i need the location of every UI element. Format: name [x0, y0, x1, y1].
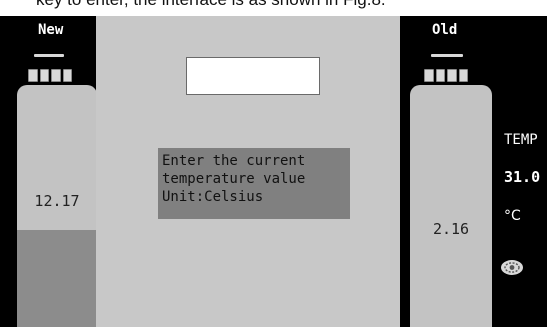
old-value: 2.16	[432, 220, 470, 238]
caption-text: key to enter, the interface is as shown …	[36, 0, 386, 10]
center-panel: Enter the current temperature value Unit…	[96, 16, 400, 327]
old-panel: Old 2.16 TEMP 31.0 °C	[400, 16, 547, 327]
new-tube-cap	[28, 69, 72, 82]
new-level-tube: 12.17	[17, 85, 97, 327]
old-tube-cap	[424, 69, 468, 82]
prompt-line-3: Unit:Celsius	[162, 189, 264, 205]
new-value: 12.17	[34, 192, 80, 210]
old-title: Old	[432, 22, 458, 38]
device-screen: New 12.17 Enter the current temperature …	[0, 16, 547, 327]
temperature-input[interactable]	[186, 57, 320, 95]
old-marker	[431, 54, 463, 57]
prompt-line-2: temperature value	[162, 171, 306, 187]
new-panel: New 12.17	[0, 16, 97, 327]
gear-icon[interactable]	[500, 259, 524, 276]
new-title: New	[38, 22, 64, 38]
new-level-fill	[17, 230, 97, 327]
prompt-line-1: Enter the current	[162, 153, 306, 169]
old-level-tube: 2.16	[410, 85, 492, 327]
new-marker	[34, 54, 64, 57]
temp-value: 31.0	[504, 168, 541, 186]
prompt-box: Enter the current temperature value Unit…	[158, 148, 350, 219]
caption: key to enter, the interface is as shown …	[0, 0, 547, 16]
temp-label: TEMP	[504, 132, 538, 148]
temp-unit: °C	[504, 208, 521, 224]
